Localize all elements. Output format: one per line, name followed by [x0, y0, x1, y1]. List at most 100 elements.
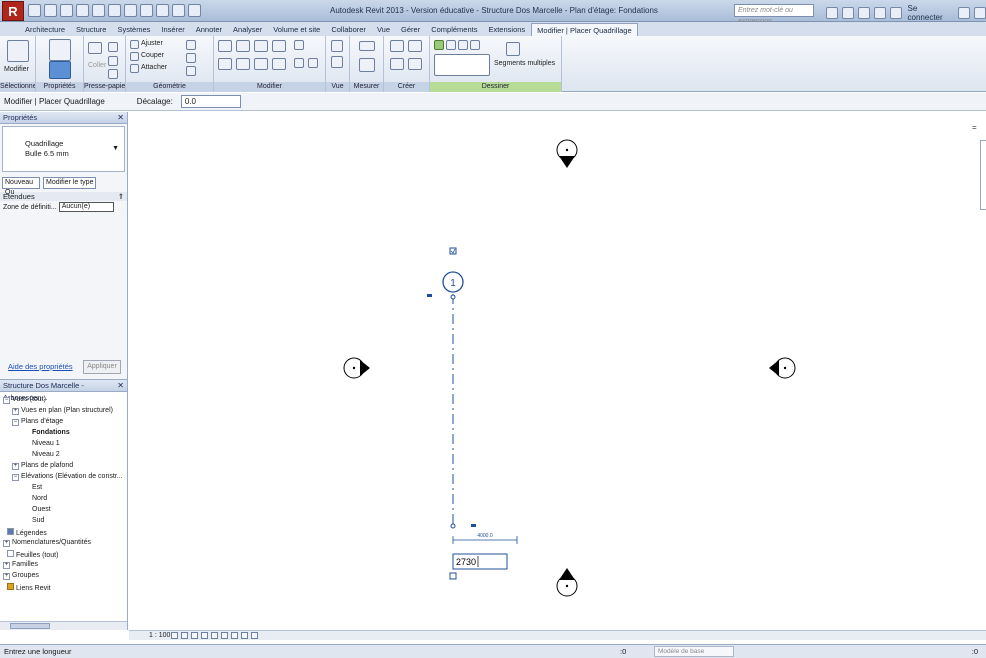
- browser-scrollbar[interactable]: [0, 621, 127, 630]
- measure-icon[interactable]: [108, 4, 121, 17]
- navigation-bar[interactable]: [980, 140, 986, 210]
- scope-box-field[interactable]: Aucun(e): [58, 202, 114, 212]
- expand-icon[interactable]: +: [3, 562, 10, 569]
- undo-icon[interactable]: [60, 4, 73, 17]
- tree-revit-links[interactable]: Liens Revit: [7, 583, 51, 592]
- analytical-model-icon[interactable]: [251, 632, 258, 639]
- tab-volume-site[interactable]: Volume et site: [268, 23, 325, 36]
- close-windows-icon[interactable]: [188, 4, 201, 17]
- pin-icon[interactable]: [471, 524, 476, 527]
- couper-button[interactable]: Couper: [141, 52, 164, 59]
- temporary-hide-icon[interactable]: [231, 632, 238, 639]
- offset-icon[interactable]: [236, 40, 250, 52]
- split-face-icon[interactable]: [186, 40, 196, 50]
- tree-schedules[interactable]: + Nomenclatures/Quantités: [3, 539, 91, 547]
- binoculars-icon[interactable]: [826, 7, 838, 19]
- exchange-icon[interactable]: [958, 7, 971, 19]
- expand-icon[interactable]: +: [12, 408, 19, 415]
- tree-niveau-2[interactable]: Niveau 2: [32, 451, 60, 458]
- draw-gallery[interactable]: [434, 54, 490, 76]
- elevation-marker-east[interactable]: [769, 357, 796, 379]
- tree-ceiling-plans[interactable]: + Plans de plafond: [12, 462, 73, 470]
- apply-button[interactable]: Appliquer: [83, 360, 121, 374]
- collapse-icon[interactable]: −: [3, 397, 10, 404]
- mirror-draw-icon[interactable]: [272, 40, 286, 52]
- create-assembly-icon[interactable]: [408, 58, 422, 70]
- expand-icon[interactable]: +: [12, 463, 19, 470]
- override-icon[interactable]: [331, 56, 343, 68]
- ajuster-button[interactable]: Ajuster: [141, 40, 163, 47]
- visual-style-icon[interactable]: [181, 632, 188, 639]
- text-icon[interactable]: [124, 4, 137, 17]
- type-properties-icon[interactable]: [49, 61, 71, 79]
- tree-legendes[interactable]: Légendes: [7, 528, 47, 537]
- tree-sud[interactable]: Sud: [32, 517, 44, 524]
- tab-extensions[interactable]: Extensions: [483, 23, 530, 36]
- communication-icon[interactable]: [857, 7, 870, 19]
- tree-sheets[interactable]: Feuilles (tout): [7, 550, 58, 559]
- crop-view-icon[interactable]: [211, 632, 218, 639]
- tab-structure[interactable]: Structure: [71, 23, 111, 36]
- length-input[interactable]: 2730: [452, 553, 508, 570]
- measure-tool-icon[interactable]: [359, 41, 375, 51]
- temporary-dimension[interactable]: 4000.0: [452, 533, 518, 544]
- align-icon[interactable]: [218, 40, 232, 52]
- rotate-icon[interactable]: [254, 58, 268, 70]
- demolish-icon[interactable]: [186, 66, 196, 76]
- scrollbar-thumb[interactable]: [10, 623, 50, 629]
- cursor-icon[interactable]: [7, 40, 29, 62]
- expand-icon[interactable]: +: [3, 540, 10, 547]
- tree-fondations[interactable]: Fondations: [32, 429, 70, 436]
- collapse-icon[interactable]: −: [12, 419, 19, 426]
- trim-icon[interactable]: [272, 58, 286, 70]
- tab-annoter[interactable]: Annoter: [191, 23, 227, 36]
- save-icon[interactable]: [44, 4, 57, 17]
- tab-systemes[interactable]: Systèmes: [112, 23, 155, 36]
- thin-lines-icon[interactable]: [172, 4, 185, 17]
- redo-icon[interactable]: [76, 4, 89, 17]
- hide-icon[interactable]: [331, 40, 343, 52]
- elevation-marker-north[interactable]: [556, 139, 578, 168]
- pick-lines-icon[interactable]: [470, 40, 480, 50]
- tab-analyser[interactable]: Analyser: [228, 23, 267, 36]
- tree-niveau-1[interactable]: Niveau 1: [32, 440, 60, 447]
- cope-icon[interactable]: [130, 40, 139, 49]
- create-parts-icon[interactable]: [390, 58, 404, 70]
- tab-architecture[interactable]: Architecture: [20, 23, 70, 36]
- type-selector[interactable]: Quadrillage Bulle 6.5 mm ▼: [2, 126, 125, 172]
- dimension-icon[interactable]: [359, 58, 375, 72]
- hide-bubble-checkbox-end[interactable]: [449, 572, 457, 580]
- tree-groups[interactable]: + Groupes: [3, 572, 39, 580]
- chevron-down-icon[interactable]: ▼: [112, 145, 119, 152]
- tree-families[interactable]: + Familles: [3, 561, 38, 569]
- tree-est[interactable]: Est: [32, 484, 42, 491]
- tree-elevations[interactable]: − Elévations (Elévation de constr...: [12, 473, 123, 481]
- show-crop-icon[interactable]: [221, 632, 228, 639]
- design-option-dropdown[interactable]: Modèle de base: [654, 646, 734, 657]
- open-icon[interactable]: [28, 4, 41, 17]
- search-input[interactable]: Entrez mot-clé ou expression: [734, 4, 814, 25]
- tab-gerer[interactable]: Gérer: [396, 23, 425, 36]
- multi-segment-button[interactable]: Segments multiples: [494, 60, 555, 67]
- tab-modifier-placer-quadrillage[interactable]: Modifier | Placer Quadrillage: [531, 23, 638, 36]
- app-menu-button[interactable]: R: [2, 1, 24, 21]
- shadows-icon[interactable]: [201, 632, 208, 639]
- delete-icon[interactable]: [308, 58, 318, 68]
- cut-geometry-icon[interactable]: [130, 52, 139, 61]
- tree-ouest[interactable]: Ouest: [32, 506, 51, 513]
- match-properties-icon[interactable]: [108, 69, 118, 79]
- tree-floor-plans[interactable]: − Plans d'étage: [12, 418, 63, 426]
- reveal-hidden-icon[interactable]: [241, 632, 248, 639]
- tab-collaborer[interactable]: Collaborer: [326, 23, 371, 36]
- tab-vue[interactable]: Vue: [372, 23, 395, 36]
- close-icon[interactable]: ✕: [117, 112, 124, 124]
- star-icon[interactable]: [873, 7, 886, 19]
- drawing-canvas[interactable]: 1 4000.0 2730 =: [129, 112, 986, 630]
- close-icon[interactable]: ✕: [117, 380, 124, 392]
- subscription-icon[interactable]: [841, 7, 854, 19]
- offset-input[interactable]: 0.0: [180, 95, 241, 108]
- attacher-button[interactable]: Attacher: [141, 64, 167, 71]
- modify-button[interactable]: Modifier: [4, 66, 29, 73]
- copy-element-icon[interactable]: [236, 58, 250, 70]
- collapse-icon[interactable]: ⇑: [118, 192, 124, 201]
